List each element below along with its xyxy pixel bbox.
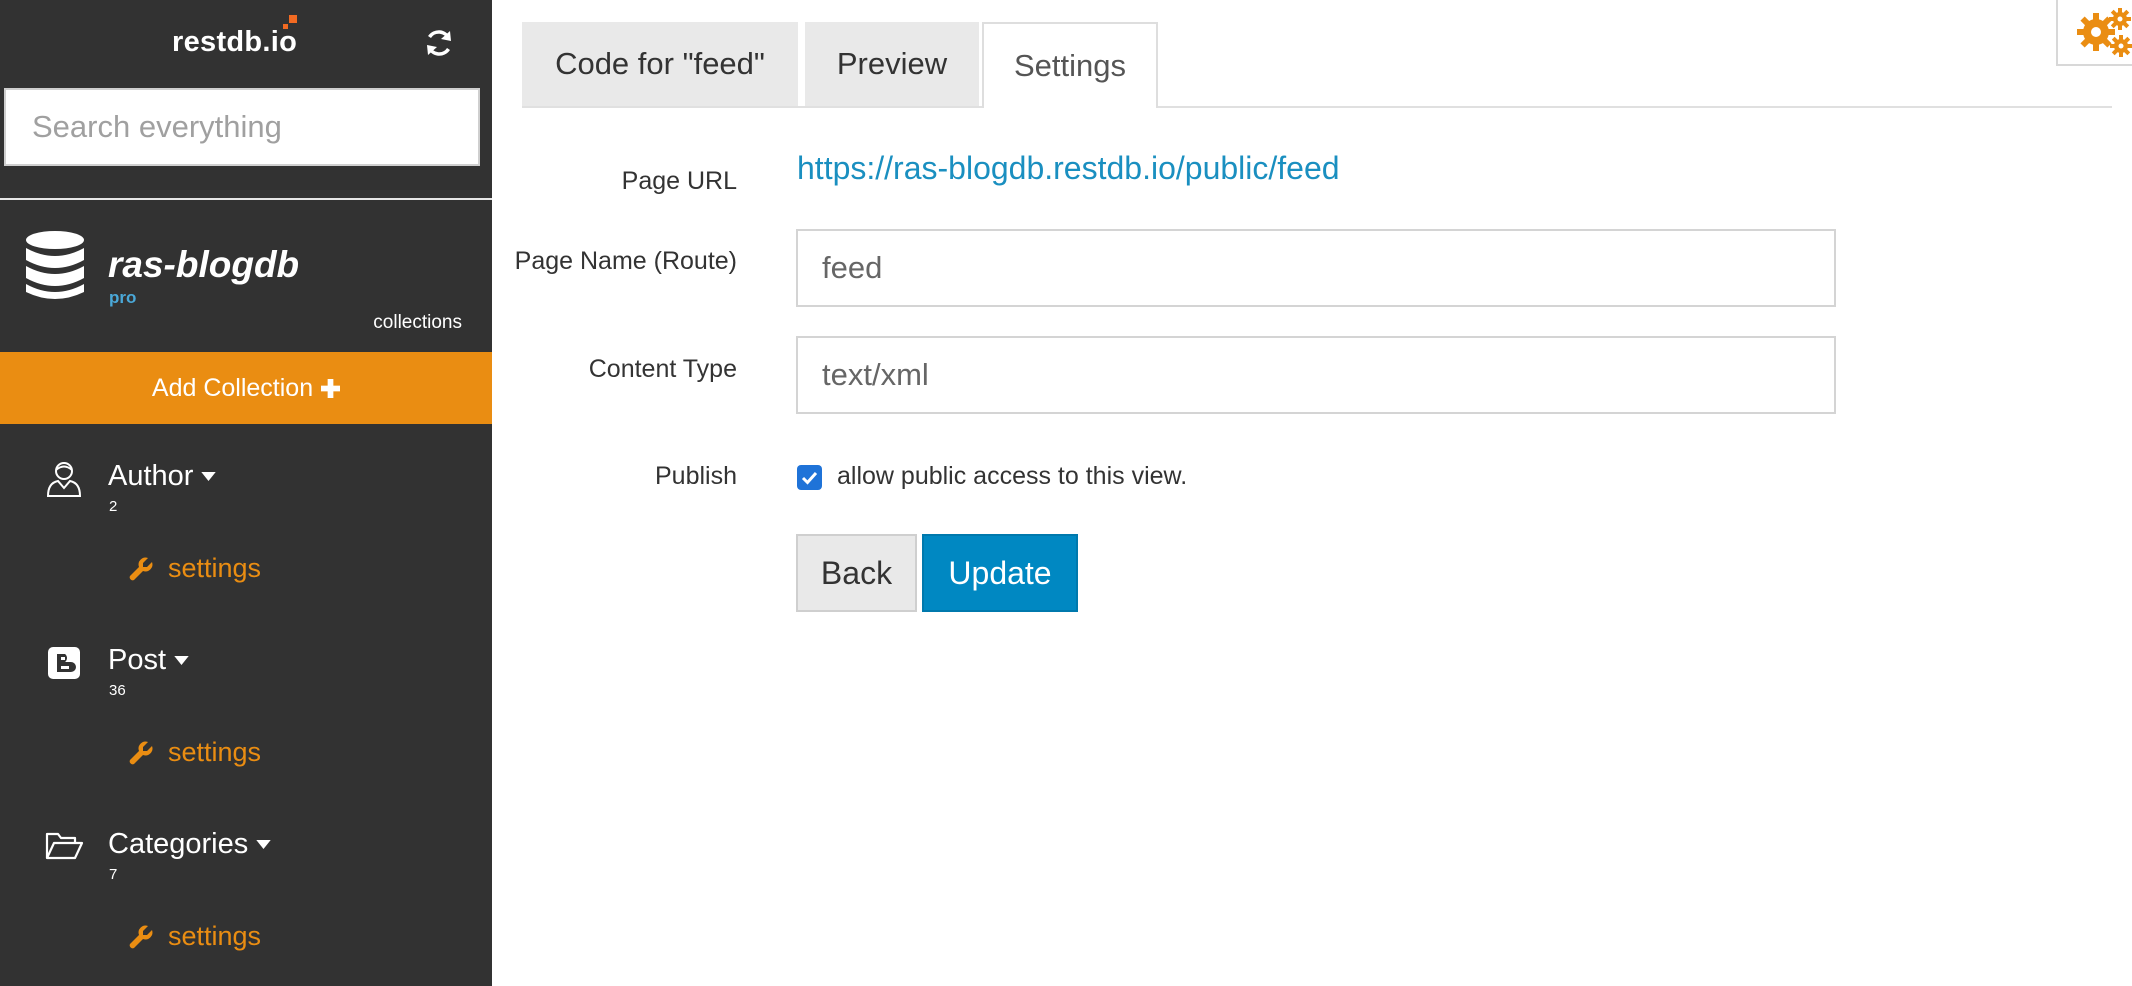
collection-settings-link[interactable]: settings	[128, 553, 261, 584]
user-icon	[44, 458, 84, 498]
plan-badge: pro	[109, 288, 137, 307]
collection-count: 36	[109, 682, 126, 699]
collection-categories[interactable]: Categories	[108, 828, 271, 861]
wrench-icon	[129, 741, 153, 764]
tab-settings[interactable]: Settings	[982, 22, 1158, 108]
sidebar-divider	[0, 198, 492, 200]
collection-author[interactable]: Author	[108, 460, 217, 493]
settings-label: settings	[168, 553, 262, 583]
content-type-label: Content Type	[588, 355, 737, 383]
tab-bar: Code for "feed" Preview Settings	[522, 22, 2112, 108]
collection-name: Author	[108, 460, 194, 492]
sidebar: restdb.io ras-blogdb pro collections Add…	[0, 0, 492, 986]
checkmark-icon	[801, 471, 818, 485]
collection-post[interactable]: Post	[108, 644, 189, 677]
logo-mark-icon	[283, 15, 297, 29]
wrench-icon	[129, 925, 153, 948]
add-collection-button[interactable]: Add Collection	[0, 352, 492, 424]
collection-settings-link[interactable]: settings	[128, 921, 261, 952]
back-button[interactable]: Back	[796, 534, 917, 612]
refresh-icon[interactable]	[423, 27, 455, 59]
content-type-input[interactable]	[796, 336, 1836, 414]
folder-open-icon	[44, 826, 84, 866]
caret-down-icon	[256, 840, 271, 849]
settings-gear-button[interactable]	[2056, 0, 2132, 66]
publish-description: allow public access to this view.	[837, 462, 1188, 490]
collections-link[interactable]: collections	[373, 312, 462, 334]
publish-label: Publish	[655, 462, 737, 490]
collection-count: 2	[109, 498, 118, 515]
publish-checkbox[interactable]	[797, 465, 822, 490]
gears-icon	[2077, 8, 2132, 57]
collection-settings-link[interactable]: settings	[128, 737, 261, 768]
search-input[interactable]	[4, 88, 480, 166]
collection-count: 7	[109, 866, 118, 883]
blogger-icon	[44, 643, 84, 683]
add-collection-label: Add Collection	[151, 373, 314, 402]
caret-down-icon	[174, 656, 189, 665]
settings-label: settings	[168, 921, 262, 951]
database-icon	[24, 230, 86, 302]
tab-preview[interactable]: Preview	[805, 22, 979, 106]
update-button[interactable]: Update	[922, 534, 1078, 612]
page-name-input[interactable]	[796, 229, 1836, 307]
wrench-icon	[129, 557, 153, 580]
collection-name: Post	[108, 644, 167, 676]
caret-down-icon	[201, 472, 217, 481]
plus-icon	[321, 378, 341, 398]
app-logo[interactable]: restdb.io	[172, 26, 297, 59]
database-name[interactable]: ras-blogdb	[108, 244, 299, 286]
tab-code[interactable]: Code for "feed"	[522, 22, 798, 106]
page-url-link[interactable]: https://ras-blogdb.restdb.io/public/feed	[797, 150, 1340, 187]
page-name-label: Page Name (Route)	[514, 247, 737, 275]
page-url-label: Page URL	[621, 167, 737, 195]
settings-label: settings	[168, 737, 262, 767]
collection-name: Categories	[108, 828, 249, 860]
